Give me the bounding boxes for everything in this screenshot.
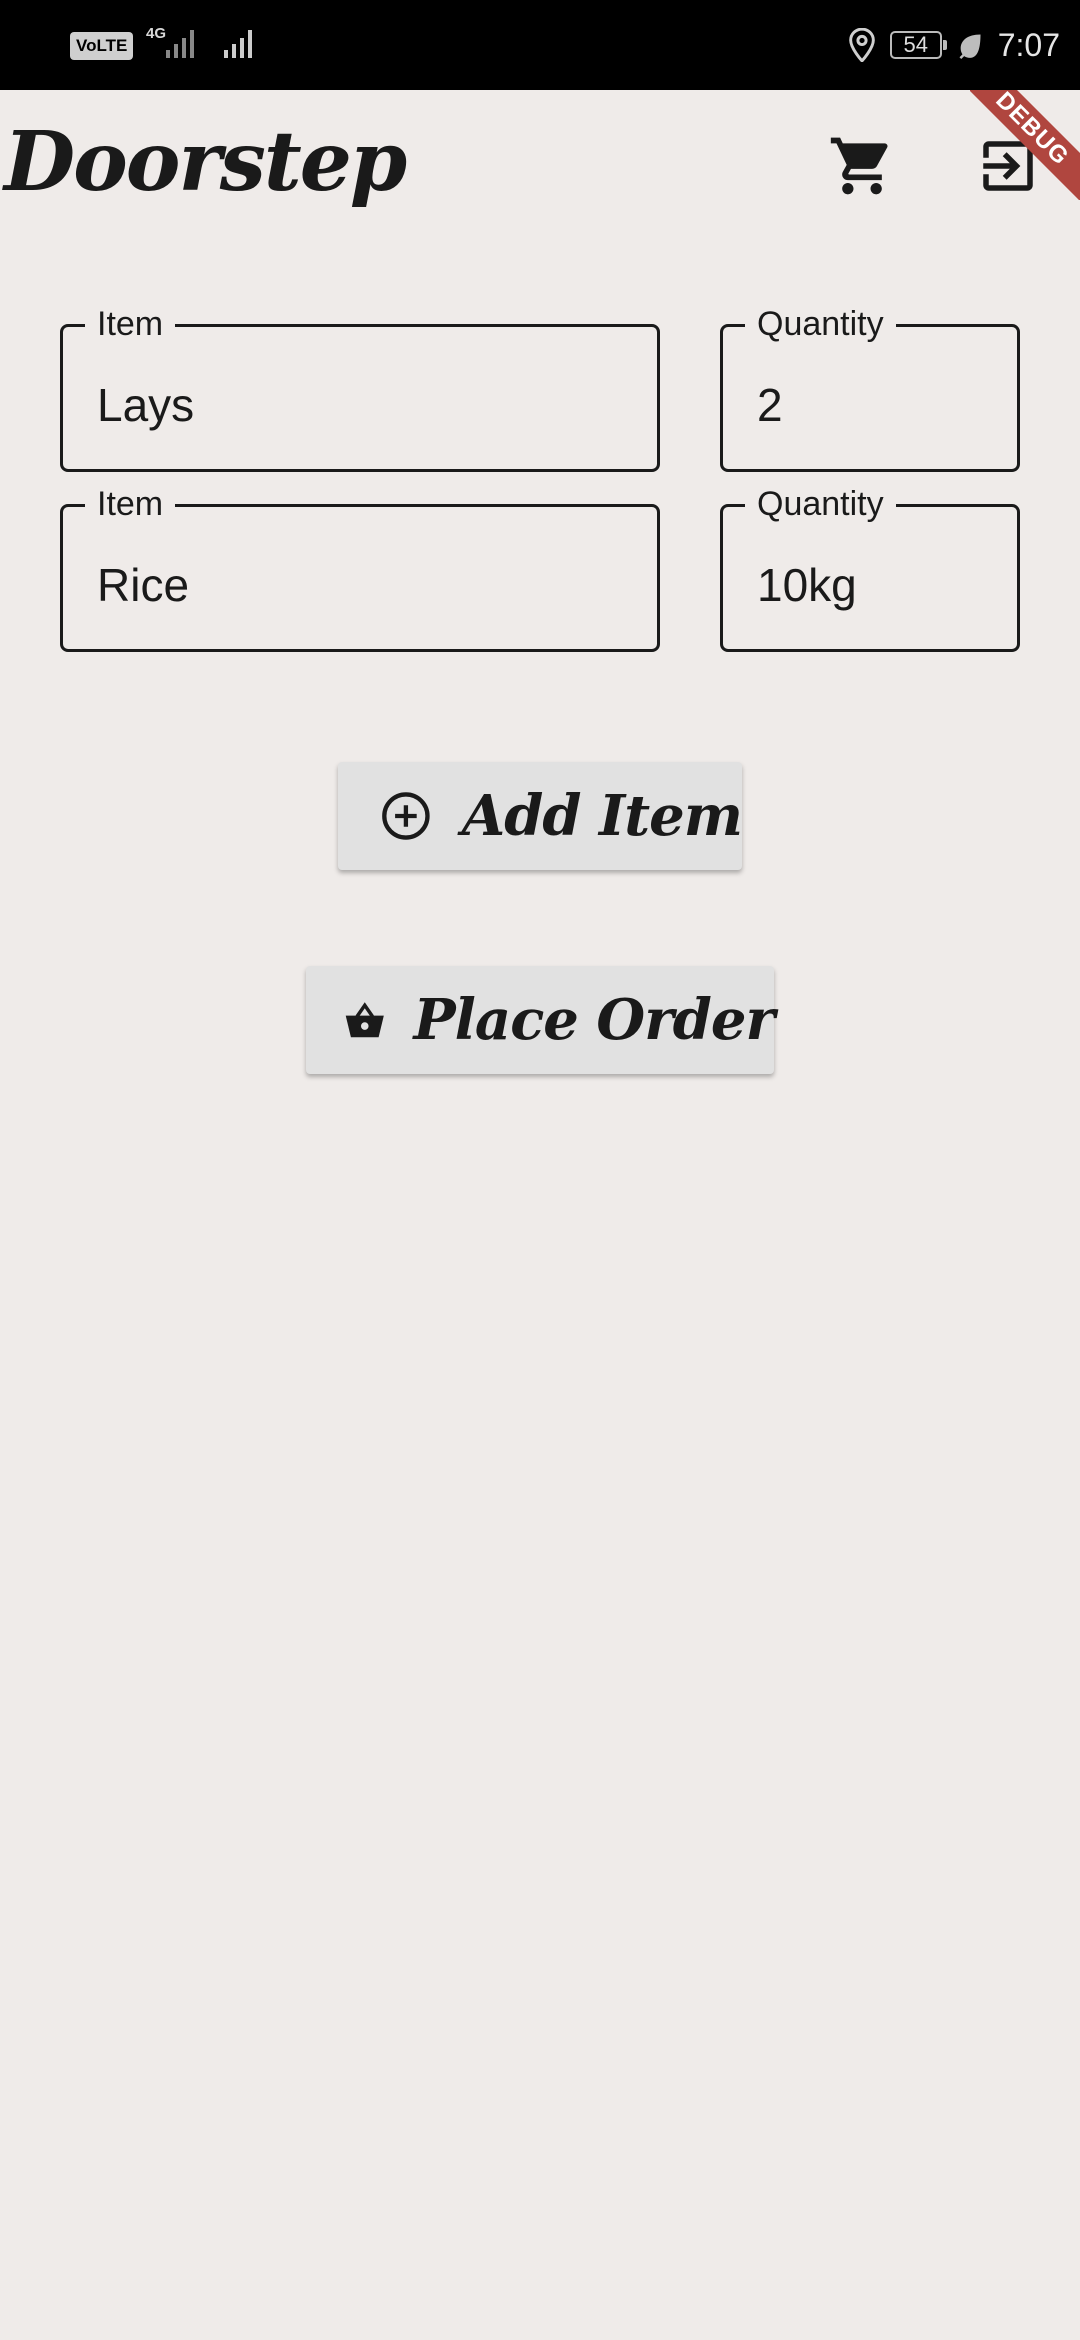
clock: 7:07 xyxy=(997,26,1060,63)
battery-icon: 54 xyxy=(889,31,947,59)
quantity-field-1[interactable]: Quantity 2 xyxy=(720,304,1020,472)
signal-icon xyxy=(166,30,194,58)
place-order-label: Place Order xyxy=(413,987,775,1053)
cart-button[interactable] xyxy=(822,126,902,206)
item-value-2: Rice xyxy=(97,559,190,611)
quantity-value-1: 2 xyxy=(757,379,783,431)
volte-indicator: VoLTE xyxy=(70,32,134,60)
item-field-1[interactable]: Item Lays xyxy=(60,304,660,472)
status-bar: VoLTE 4G 54 7:07 xyxy=(0,0,1080,90)
app-bar: Doorstep xyxy=(0,90,1080,240)
add-item-button[interactable]: Add Item xyxy=(338,762,743,870)
item-value-1: Lays xyxy=(97,379,195,431)
debug-banner-label: DEBUG xyxy=(970,90,1080,200)
app-title: Doorstep xyxy=(4,114,407,210)
add-item-label: Add Item xyxy=(461,783,743,849)
quantity-label-2: Quantity xyxy=(745,484,896,524)
quantity-value-2: 10kg xyxy=(757,559,857,611)
quantity-label-1: Quantity xyxy=(745,304,896,344)
leaf-icon xyxy=(959,34,981,59)
place-order-button[interactable]: Place Order xyxy=(306,966,775,1074)
basket-icon xyxy=(345,1002,384,1038)
item-label-1: Item xyxy=(85,304,176,344)
network-type: 4G xyxy=(146,25,167,42)
add-circle-icon xyxy=(382,792,430,840)
item-label-2: Item xyxy=(85,484,176,524)
item-field-2[interactable]: Item Rice xyxy=(60,484,660,652)
signal-icon-2 xyxy=(224,30,252,58)
quantity-field-2[interactable]: Quantity 10kg xyxy=(720,484,1020,652)
location-icon xyxy=(848,28,875,62)
cart-icon xyxy=(830,137,888,195)
debug-banner: DEBUG xyxy=(970,90,1080,200)
